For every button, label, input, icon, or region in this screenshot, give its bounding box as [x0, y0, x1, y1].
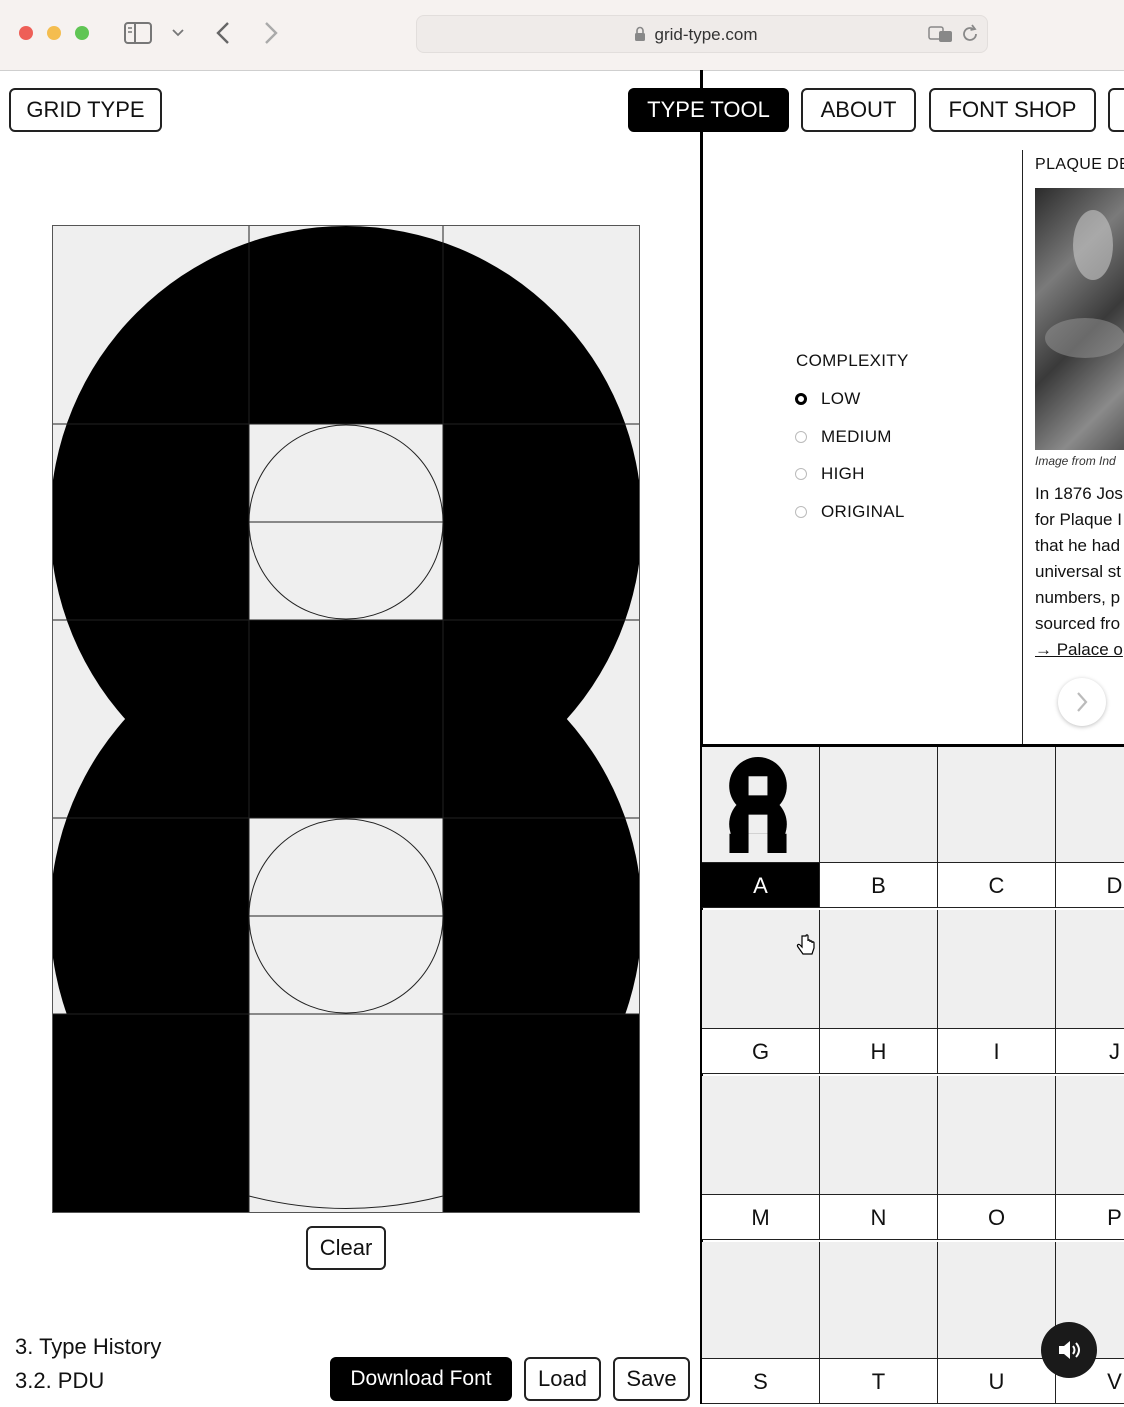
save-button[interactable]: Save	[613, 1357, 690, 1401]
glyph-cell-b[interactable]	[820, 747, 938, 865]
info-text-line: that he had	[1035, 536, 1121, 555]
complexity-title: COMPLEXITY	[796, 351, 909, 370]
radio-selected-icon[interactable]	[795, 393, 807, 405]
more-nav-button[interactable]	[1108, 88, 1124, 132]
hand-cursor-icon	[796, 934, 815, 955]
address-bar[interactable]: grid-type.com	[416, 15, 988, 53]
glyph-label-p[interactable]: P	[1056, 1194, 1124, 1240]
glyph-cell-g[interactable]	[702, 910, 820, 1028]
glyph-cell-u[interactable]	[938, 1242, 1056, 1360]
history-image	[1035, 188, 1124, 450]
glyph-label-a[interactable]: A	[702, 862, 820, 908]
chevron-right-icon	[1077, 692, 1088, 712]
glyph-label-d[interactable]: D	[1056, 862, 1124, 908]
about-button[interactable]: ABOUT	[801, 88, 916, 132]
glyph-label-o[interactable]: O	[938, 1194, 1056, 1240]
glyph-drawing[interactable]	[53, 226, 639, 1212]
load-button[interactable]: Load	[524, 1357, 601, 1401]
url-text: grid-type.com	[654, 25, 758, 44]
glyph-grid: A B C D G H I J M N O P S T U V	[702, 744, 1124, 1407]
glyph-thumbnail	[729, 757, 787, 853]
glyph-cell-d[interactable]	[1056, 747, 1124, 865]
reload-icon[interactable]	[961, 24, 979, 44]
image-caption: Image from Ind	[1035, 454, 1116, 468]
sound-toggle-button[interactable]	[1041, 1322, 1097, 1378]
glyph-cell-o[interactable]	[938, 1076, 1056, 1194]
glyph-label-g[interactable]: G	[702, 1028, 820, 1074]
glyph-label-c[interactable]: C	[938, 862, 1056, 908]
glyph-cell-m[interactable]	[702, 1076, 820, 1194]
glyph-cell-h[interactable]	[820, 910, 938, 1028]
glyph-label-i[interactable]: I	[938, 1028, 1056, 1074]
translate-icon[interactable]	[928, 25, 954, 43]
info-text-line: sourced fro	[1035, 614, 1121, 633]
download-font-button[interactable]: Download Font	[330, 1357, 512, 1401]
close-window-button[interactable]	[19, 26, 33, 40]
zoom-window-button[interactable]	[75, 26, 89, 40]
glyph-cell-p[interactable]	[1056, 1076, 1124, 1194]
glyph-cell-t[interactable]	[820, 1242, 938, 1360]
next-slide-button[interactable]	[1058, 678, 1106, 726]
chevron-down-icon[interactable]	[172, 28, 184, 38]
info-text-line: universal st	[1035, 562, 1121, 581]
glyph-editor-canvas[interactable]	[52, 225, 640, 1213]
glyph-label-u[interactable]: U	[938, 1358, 1056, 1404]
radio-icon[interactable]	[795, 468, 807, 480]
radio-icon[interactable]	[795, 506, 807, 518]
info-text-line: In 1876 Jos	[1035, 484, 1123, 503]
info-title: PLAQUE DE	[1035, 156, 1124, 173]
section-title: 3. Type History	[15, 1334, 162, 1359]
glyph-cell-s[interactable]	[702, 1242, 820, 1360]
info-text-line: numbers, p	[1035, 588, 1121, 607]
speaker-icon	[1059, 1341, 1080, 1359]
minimize-window-button[interactable]	[47, 26, 61, 40]
sidebar-toggle-icon[interactable]	[124, 22, 152, 44]
radio-icon[interactable]	[795, 431, 807, 443]
back-icon[interactable]	[214, 21, 232, 45]
font-shop-button[interactable]: FONT SHOP	[929, 88, 1096, 132]
subsection-title: 3.2. PDU	[15, 1368, 105, 1393]
palace-link[interactable]: → Palace o	[1035, 640, 1123, 660]
history-info-panel: PLAQUE DE Image from Ind In 1876 Jos for…	[1022, 150, 1124, 744]
glyph-cell-a[interactable]	[702, 747, 820, 865]
glyph-cell-i[interactable]	[938, 910, 1056, 1028]
glyph-label-j[interactable]: J	[1056, 1028, 1124, 1074]
glyph-cell-n[interactable]	[820, 1076, 938, 1194]
clear-button[interactable]: Clear	[306, 1226, 386, 1270]
glyph-label-n[interactable]: N	[820, 1194, 938, 1240]
glyph-label-s[interactable]: S	[702, 1358, 820, 1404]
glyph-label-t[interactable]: T	[820, 1358, 938, 1404]
glyph-cell-j[interactable]	[1056, 910, 1124, 1028]
logo-button[interactable]: GRID TYPE	[9, 88, 162, 132]
info-text-line: for Plaque I	[1035, 510, 1122, 529]
glyph-label-m[interactable]: M	[702, 1194, 820, 1240]
browser-toolbar: grid-type.com	[0, 0, 1124, 71]
type-tool-button[interactable]: TYPE TOOL	[628, 88, 789, 132]
forward-icon[interactable]	[262, 21, 280, 45]
glyph-label-b[interactable]: B	[820, 862, 938, 908]
glyph-cell-c[interactable]	[938, 747, 1056, 865]
glyph-label-h[interactable]: H	[820, 1028, 938, 1074]
